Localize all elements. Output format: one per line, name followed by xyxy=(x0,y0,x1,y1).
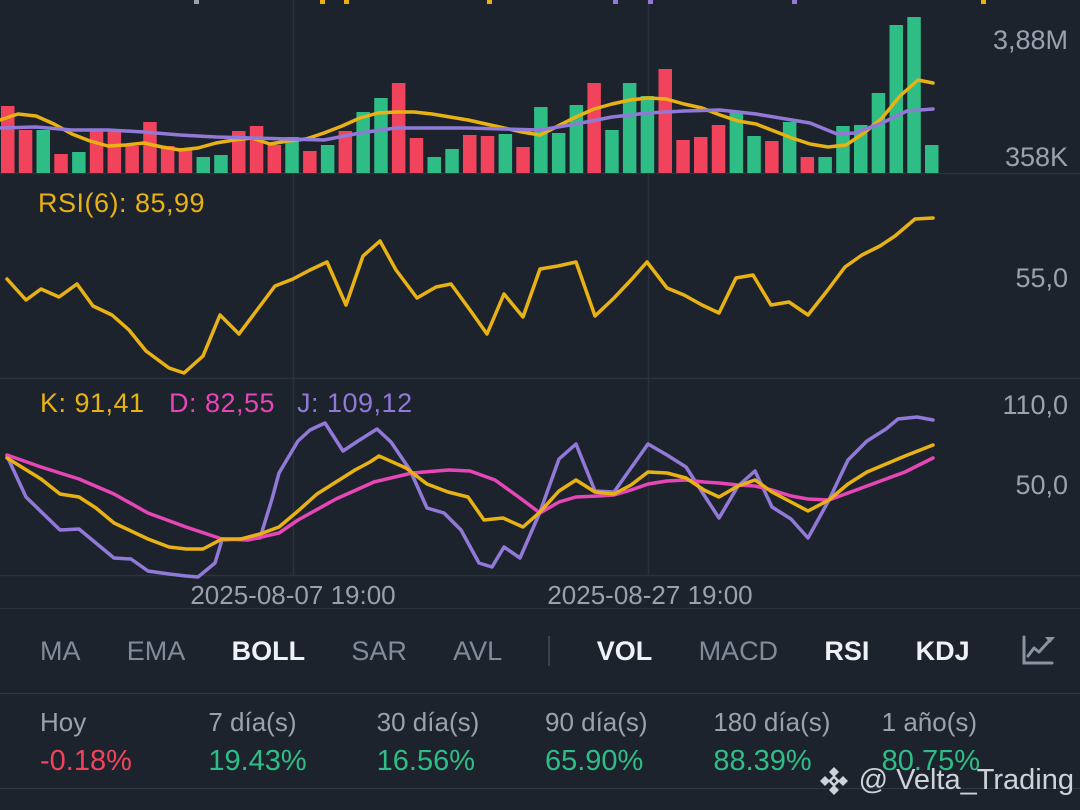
tab-group-divider xyxy=(548,636,550,666)
volume-axis-min-label: 358K xyxy=(1005,142,1068,173)
tab-macd[interactable]: MACD xyxy=(699,636,779,667)
tab-boll[interactable]: BOLL xyxy=(232,636,306,667)
chart-canvas xyxy=(0,0,1080,608)
rsi-value-label: RSI(6): 85,99 xyxy=(38,188,205,219)
tab-ma[interactable]: MA xyxy=(40,636,81,667)
kdj-j-label: J: 109,12 xyxy=(297,388,413,419)
stat-today: Hoy -0.18% xyxy=(40,707,208,788)
stat-label: 90 día(s) xyxy=(545,707,713,738)
tab-rsi[interactable]: RSI xyxy=(824,636,869,667)
kdj-d-label: D: 82,55 xyxy=(169,388,275,419)
line-chart-icon xyxy=(1016,660,1058,675)
stat-90d: 90 día(s) 65.90% xyxy=(545,707,713,788)
stat-value: 16.56% xyxy=(377,745,545,778)
stat-7d: 7 día(s) 19.43% xyxy=(208,707,376,788)
x-axis-date-2: 2025-08-27 19:00 xyxy=(500,580,800,611)
stat-label: 180 día(s) xyxy=(713,707,881,738)
chart-style-button[interactable] xyxy=(1016,630,1058,672)
kdj-k-label: K: 91,41 xyxy=(40,388,145,419)
kdj-axis-min-label: 50,0 xyxy=(1015,470,1068,501)
stat-label: Hoy xyxy=(40,707,208,738)
stat-label: 30 día(s) xyxy=(377,707,545,738)
watermark: @ Velta_Trading xyxy=(818,764,1074,797)
tab-sar[interactable]: SAR xyxy=(351,636,407,667)
stat-label: 1 año(s) xyxy=(882,707,1050,738)
x-axis-date-1: 2025-08-07 19:00 xyxy=(143,580,443,611)
tab-vol[interactable]: VOL xyxy=(597,636,653,667)
trading-chart-screen: RSI(6): 85,99 K: 91,41 D: 82,55 J: 109,1… xyxy=(0,0,1080,810)
watermark-text: @ Velta_Trading xyxy=(859,764,1074,797)
indicator-tab-bar: MA EMA BOLL SAR AVL VOL MACD RSI KDJ xyxy=(0,608,1080,694)
stat-value: -0.18% xyxy=(40,745,208,778)
kdj-axis-max-label: 110,0 xyxy=(1002,390,1068,421)
chart-area[interactable]: RSI(6): 85,99 K: 91,41 D: 82,55 J: 109,1… xyxy=(0,0,1080,608)
stat-value: 65.90% xyxy=(545,745,713,778)
binance-diamond-icon xyxy=(818,765,850,797)
tab-ema[interactable]: EMA xyxy=(127,636,186,667)
stat-30d: 30 día(s) 16.56% xyxy=(377,707,545,788)
tab-avl[interactable]: AVL xyxy=(453,636,502,667)
stat-value: 19.43% xyxy=(208,745,376,778)
stat-label: 7 día(s) xyxy=(208,707,376,738)
tab-kdj[interactable]: KDJ xyxy=(916,636,970,667)
volume-axis-max-label: 3,88M xyxy=(993,25,1068,56)
rsi-axis-label: 55,0 xyxy=(1015,263,1068,294)
